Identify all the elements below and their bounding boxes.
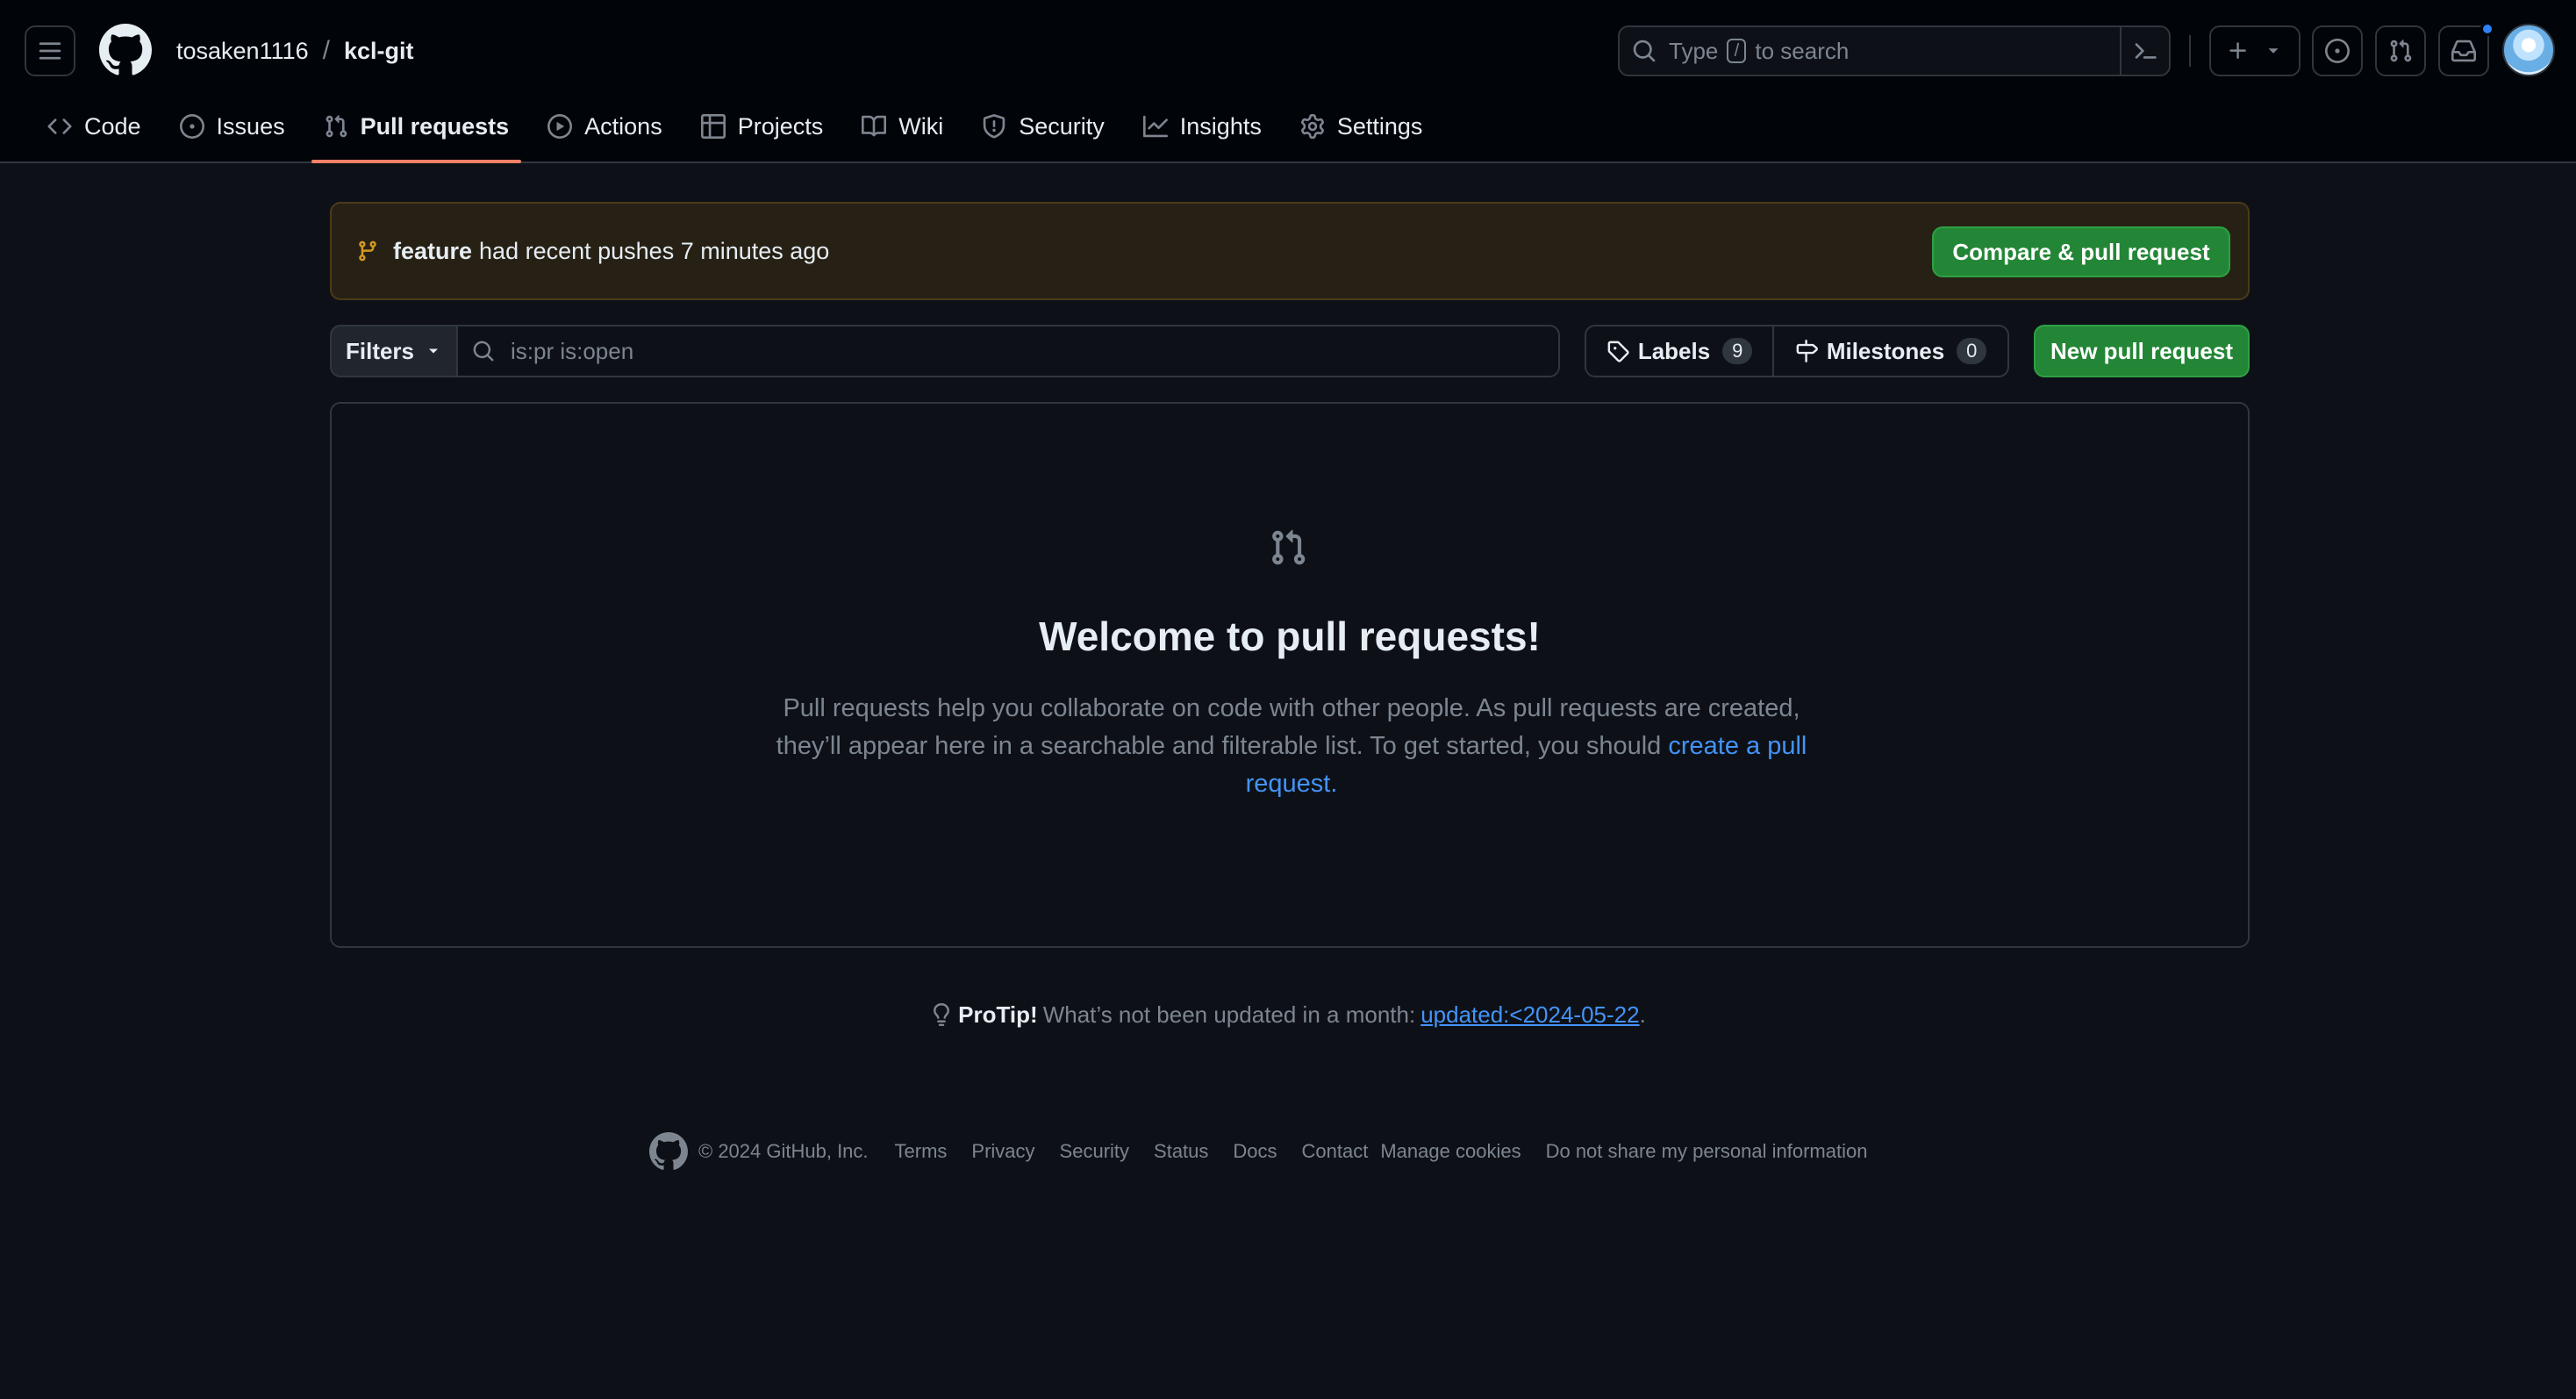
tab-label: Security: [1019, 112, 1105, 140]
search-prefix: Type: [1669, 37, 1719, 64]
filters-label: Filters: [345, 337, 415, 364]
caret-down-icon: [2268, 48, 2279, 54]
hamburger-icon: [39, 42, 61, 60]
compare-pull-request-button[interactable]: Compare & pull request: [1932, 226, 2230, 277]
pull-request-icon: [2390, 39, 2412, 62]
tab-issues[interactable]: Issues: [168, 104, 297, 149]
footer-link-do-not-share[interactable]: Do not share my personal information: [1546, 1140, 1868, 1163]
caret-down-icon: [429, 348, 439, 354]
push-message: had recent pushes 7 minutes ago: [479, 237, 830, 264]
git-branch-icon: [359, 240, 376, 262]
footer-link-security[interactable]: Security: [1060, 1140, 1129, 1163]
tab-label: Actions: [584, 112, 662, 140]
shield-icon: [983, 114, 1005, 139]
footer: © 2024 GitHub, Inc. Terms Privacy Securi…: [649, 1132, 1892, 1171]
gear-icon: [1300, 114, 1324, 139]
light-bulb-icon: [934, 1003, 950, 1026]
filter-input[interactable]: [511, 337, 1476, 365]
search-icon: [473, 341, 494, 362]
labels-count: 9: [1722, 338, 1753, 364]
tab-settings[interactable]: Settings: [1288, 104, 1435, 149]
blankslate-text: Pull requests help you collaborate on co…: [776, 694, 1800, 760]
avatar[interactable]: [2502, 24, 2555, 76]
breadcrumb-separator: /: [322, 36, 330, 65]
milestones-label: Milestones: [1826, 337, 1945, 364]
global-header: tosaken1116 / kcl-git Type / to search C…: [0, 0, 2576, 163]
search-icon: [1633, 39, 1656, 62]
header-divider: [2189, 35, 2191, 67]
labels-label: Labels: [1637, 337, 1711, 364]
repo-nav: Code Issues Pull requests Actions Projec…: [35, 104, 1449, 163]
tab-label: Issues: [216, 112, 285, 140]
footer-link-manage-cookies[interactable]: Manage cookies: [1380, 1140, 1521, 1163]
blankslate-title: Welcome to pull requests!: [1039, 613, 1541, 659]
issues-button[interactable]: [2312, 25, 2363, 76]
tab-label: Pull requests: [360, 112, 510, 140]
tab-wiki[interactable]: Wiki: [849, 104, 955, 149]
table-icon: [700, 114, 726, 139]
tab-projects[interactable]: Projects: [689, 104, 836, 149]
code-icon: [47, 118, 72, 134]
command-palette-button[interactable]: [2120, 27, 2169, 75]
footer-link-status[interactable]: Status: [1154, 1140, 1208, 1163]
pull-request-list-empty: Welcome to pull requests! Pull requests …: [330, 402, 2250, 948]
book-icon: [862, 115, 887, 137]
labels-button[interactable]: Labels 9: [1586, 326, 1774, 376]
filter-search: [456, 325, 1560, 377]
repo-owner-link[interactable]: tosaken1116: [176, 38, 309, 65]
repo-name-link[interactable]: kcl-git: [344, 38, 414, 65]
search-suffix: to search: [1755, 37, 1850, 64]
protip: ProTip! What’s not been updated in a mon…: [0, 997, 2576, 1032]
github-logo-icon[interactable]: [99, 24, 152, 76]
pull-request-icon: [1269, 528, 1307, 567]
github-logo-icon[interactable]: [649, 1132, 688, 1171]
branch-name[interactable]: feature: [393, 238, 472, 265]
notification-dot: [2480, 22, 2494, 36]
issue-icon: [2325, 39, 2350, 63]
tab-insights[interactable]: Insights: [1131, 104, 1274, 149]
graph-icon: [1142, 115, 1168, 138]
labels-milestones-group: Labels 9 Milestones 0: [1585, 325, 2009, 377]
protip-link[interactable]: updated:<2024-05-22: [1420, 1001, 1639, 1029]
new-pull-request-button[interactable]: New pull request: [2034, 325, 2250, 377]
plus-icon: [2229, 42, 2246, 59]
pull-requests-button[interactable]: [2375, 25, 2426, 76]
footer-copyright: © 2024 GitHub, Inc.: [698, 1140, 869, 1162]
tab-security[interactable]: Security: [970, 104, 1117, 149]
milestones-button[interactable]: Milestones 0: [1774, 326, 2007, 376]
footer-link-terms[interactable]: Terms: [895, 1140, 948, 1163]
breadcrumb: tosaken1116 / kcl-git: [176, 35, 413, 67]
recent-push-banner: feature had recent pushes 7 minutes ago …: [330, 202, 2250, 300]
tab-actions[interactable]: Actions: [535, 104, 675, 149]
tab-label: Settings: [1336, 112, 1423, 140]
protip-label: ProTip!: [958, 1001, 1038, 1028]
tab-pull-requests[interactable]: Pull requests: [311, 104, 522, 163]
footer-link-docs[interactable]: Docs: [1233, 1140, 1277, 1163]
tab-code[interactable]: Code: [35, 104, 154, 149]
footer-link-privacy[interactable]: Privacy: [971, 1140, 1034, 1163]
milestones-count: 0: [1957, 338, 1987, 364]
issue-icon: [179, 114, 204, 139]
play-icon: [547, 114, 573, 139]
footer-link-contact[interactable]: Contact: [1302, 1140, 1369, 1163]
tab-label: Code: [84, 112, 141, 140]
inbox-icon: [2451, 39, 2476, 62]
tab-label: Insights: [1179, 112, 1262, 140]
blankslate-description: Pull requests help you collaborate on co…: [748, 690, 1835, 803]
protip-text: What’s not been updated in a month:: [1042, 1001, 1416, 1028]
tab-label: Wiki: [898, 112, 944, 140]
tag-icon: [1607, 341, 1629, 362]
protip-period: .: [1639, 1001, 1646, 1028]
pull-request-icon: [326, 115, 347, 138]
tab-label: Projects: [737, 112, 824, 140]
menu-button[interactable]: [25, 25, 75, 76]
blankslate-period: .: [1330, 770, 1338, 798]
terminal-icon: [2135, 43, 2157, 59]
filters-button[interactable]: Filters: [330, 325, 458, 377]
inbox-button[interactable]: [2438, 22, 2494, 76]
milestone-icon: [1796, 340, 1818, 362]
create-new-button[interactable]: [2209, 25, 2301, 76]
global-search-input[interactable]: Type / to search: [1618, 25, 2171, 76]
search-shortcut-key: /: [1727, 39, 1747, 63]
